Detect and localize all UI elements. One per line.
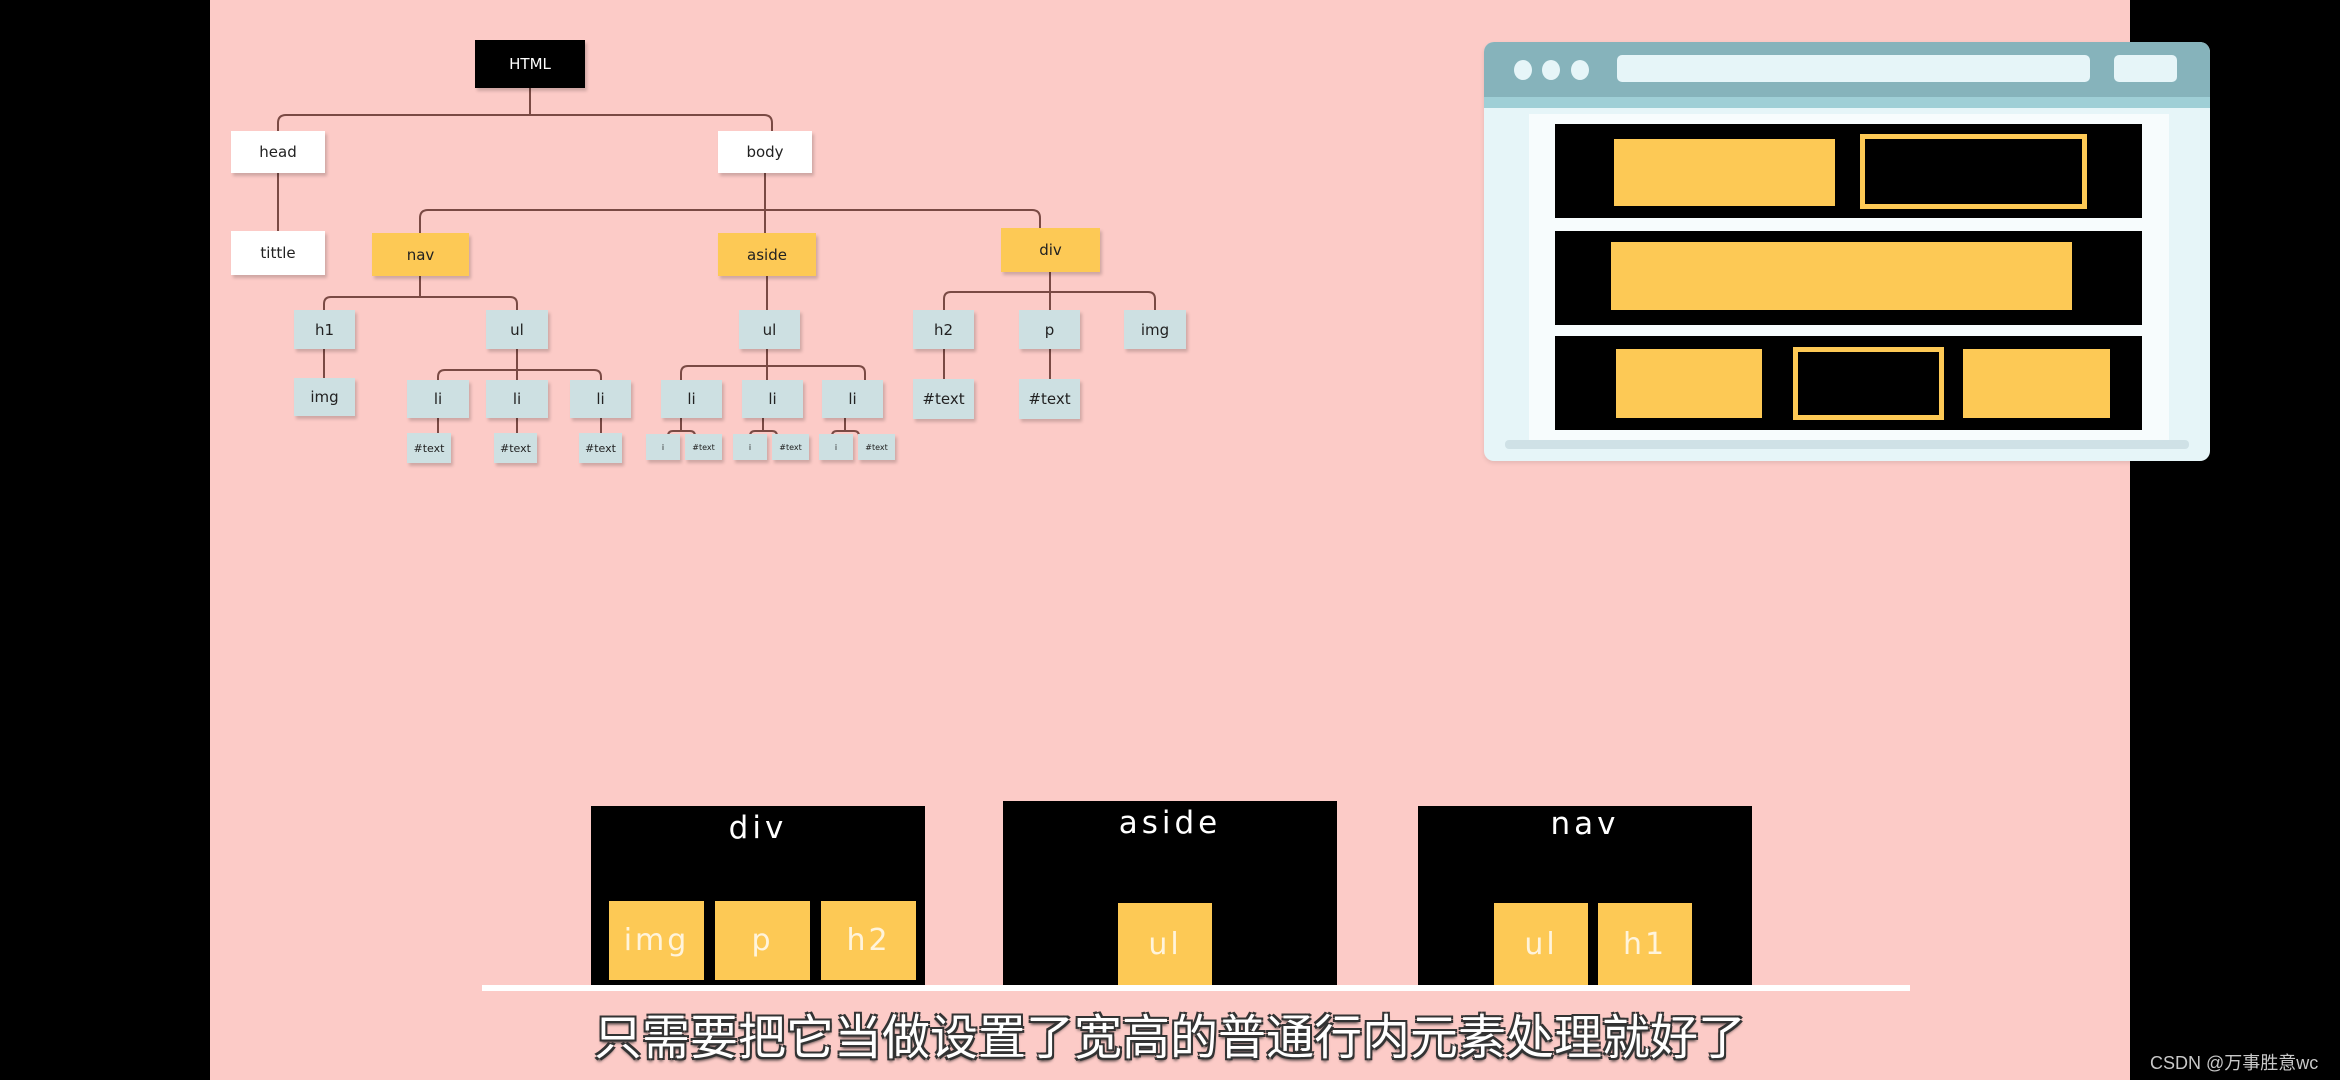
tree-node-img: img <box>1124 310 1186 349</box>
address-bar <box>1617 55 2090 82</box>
tree-node-li: li <box>661 380 722 418</box>
tree-node-head: head <box>231 131 325 173</box>
outlined-box <box>1793 347 1944 420</box>
box-child: ul <box>1118 903 1212 985</box>
subtitle: 只需要把它当做设置了宽高的普通行内元素处理就好了 <box>593 1010 1746 1066</box>
tree-node-i: i <box>733 434 767 460</box>
tree-node-text: #text <box>685 434 722 460</box>
browser-button <box>2114 55 2177 82</box>
tree-node-li: li <box>407 380 469 418</box>
window-dot-icon <box>1514 60 1532 80</box>
box-child: h2 <box>821 901 916 980</box>
tree-node-i: i <box>646 434 680 460</box>
box-nav: nav ul h1 <box>1418 806 1752 985</box>
tree-node-img: img <box>294 378 355 416</box>
tree-node-nav-ul: ul <box>486 310 548 349</box>
tree-node-div: div <box>1001 228 1100 272</box>
tree-node-aside: aside <box>718 233 816 276</box>
baseline <box>482 985 1910 991</box>
tree-node-text: #text <box>858 434 895 460</box>
box-label: aside <box>1118 805 1222 841</box>
tree-node-i: i <box>819 434 853 460</box>
inline-block-box <box>1963 349 2110 418</box>
tree-node-title: tittle <box>231 231 325 275</box>
tree-node-li: li <box>822 380 883 418</box>
tree-node-li: li <box>742 380 803 418</box>
inline-block-box <box>1614 139 1835 206</box>
box-child: h1 <box>1598 903 1692 985</box>
box-aside: aside ul <box>1003 801 1337 985</box>
tree-node-body: body <box>718 131 812 173</box>
tree-node-aside-ul: ul <box>739 310 800 349</box>
tree-node-p: p <box>1019 310 1080 349</box>
box-child: ul <box>1494 903 1588 985</box>
tree-node-h1: h1 <box>294 310 355 349</box>
inline-block-box <box>1616 349 1762 418</box>
box-div: div img p h2 <box>591 806 925 985</box>
watermark: CSDN @万事胜意wc <box>2150 1053 2319 1073</box>
tree-node-text: #text <box>579 433 622 463</box>
tree-node-text: #text <box>913 379 974 419</box>
box-child: p <box>715 901 810 980</box>
tree-node-text: #text <box>407 433 451 463</box>
tree-node-html: HTML <box>475 40 585 88</box>
browser-mockup <box>1484 42 2210 461</box>
tree-node-text: #text <box>494 433 537 463</box>
box-child: img <box>609 901 704 980</box>
tree-node-text: #text <box>772 434 809 460</box>
window-dot-icon <box>1542 60 1560 80</box>
tree-node-nav: nav <box>372 233 469 276</box>
box-label: div <box>728 810 788 846</box>
video-frame: HTML head body tittle nav aside div h1 u… <box>210 0 2210 1080</box>
box-label: nav <box>1550 806 1620 842</box>
tree-node-text: #text <box>1019 379 1080 419</box>
inline-block-box <box>1611 242 2072 310</box>
tree-node-h2: h2 <box>913 310 974 349</box>
tree-node-li: li <box>486 380 548 418</box>
tree-node-li: li <box>570 380 631 418</box>
window-dot-icon <box>1571 60 1589 80</box>
outlined-box <box>1860 134 2087 209</box>
